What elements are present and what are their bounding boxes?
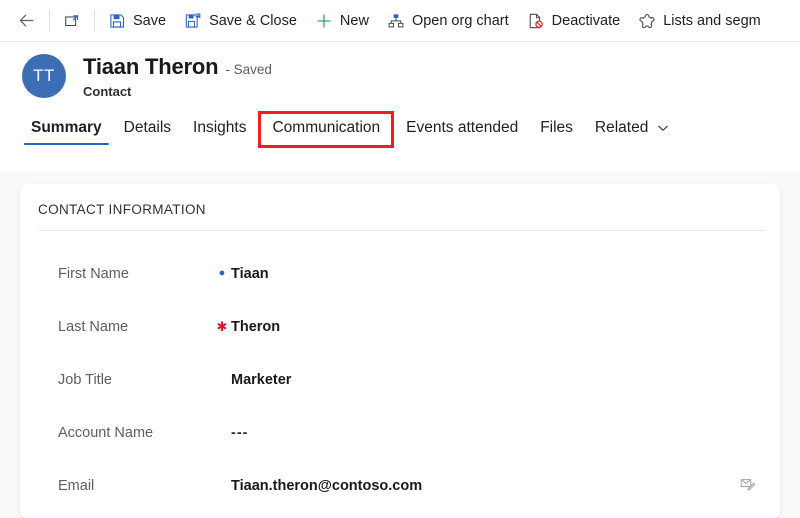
tab-related[interactable]: Related xyxy=(584,119,681,148)
avatar: TT xyxy=(22,54,66,98)
deactivate-icon xyxy=(527,12,545,30)
tab-events-attended[interactable]: Events attended xyxy=(395,119,529,148)
save-status-text: - Saved xyxy=(225,61,272,77)
tab-details-label: Details xyxy=(123,119,172,136)
section-header-contact-information: CONTACT INFORMATION xyxy=(38,202,206,217)
tab-bar: Summary Details Insights Communication E… xyxy=(0,104,800,148)
tab-communication-label: Communication xyxy=(272,119,381,136)
toolbar-divider-1 xyxy=(49,9,50,32)
tab-communication[interactable]: Communication xyxy=(258,111,395,148)
tab-insights-label: Insights xyxy=(193,119,247,136)
tab-events-attended-label: Events attended xyxy=(406,119,519,136)
field-label-email: Email xyxy=(58,477,95,494)
deactivate-button[interactable]: Deactivate xyxy=(518,6,630,36)
back-button[interactable] xyxy=(8,6,45,36)
tab-details[interactable]: Details xyxy=(113,119,182,148)
email-icon[interactable] xyxy=(739,475,762,497)
field-value-job-title[interactable]: Marketer xyxy=(231,372,762,388)
required-marker-recommended: ● xyxy=(218,267,226,279)
required-marker-required: ✱ xyxy=(216,319,228,334)
field-label-job-title: Job Title xyxy=(58,371,112,388)
back-arrow-icon xyxy=(17,11,36,30)
chevron-down-icon xyxy=(656,121,670,135)
tab-files-label: Files xyxy=(540,119,573,136)
tab-insights[interactable]: Insights xyxy=(182,119,257,148)
tab-summary-label: Summary xyxy=(31,119,102,136)
tab-summary[interactable]: Summary xyxy=(20,119,113,148)
form-area: CONTACT INFORMATION First Name ● Tiaan L… xyxy=(0,172,800,518)
field-row-account-name: Account Name --- xyxy=(20,406,780,459)
save-close-icon xyxy=(184,12,202,30)
field-label-first-name: First Name xyxy=(58,265,129,282)
record-header-text: Tiaan Theron - Saved Contact xyxy=(83,54,272,99)
field-value-account-name[interactable]: --- xyxy=(231,425,762,441)
plus-icon xyxy=(315,12,333,30)
save-icon xyxy=(108,12,126,30)
avatar-initials: TT xyxy=(33,66,55,85)
field-row-first-name: First Name ● Tiaan xyxy=(20,247,780,300)
lists-segments-icon xyxy=(638,12,656,30)
field-label-last-name: Last Name xyxy=(58,318,129,335)
save-and-close-button[interactable]: Save & Close xyxy=(175,6,306,36)
open-org-chart-label: Open org chart xyxy=(411,12,509,29)
pop-out-icon xyxy=(63,12,81,30)
save-label: Save xyxy=(133,12,167,29)
contact-information-card: CONTACT INFORMATION First Name ● Tiaan L… xyxy=(20,184,780,518)
field-list: First Name ● Tiaan Last Name ✱ Theron Jo… xyxy=(20,231,780,512)
pop-out-button[interactable] xyxy=(54,6,90,36)
tab-files[interactable]: Files xyxy=(529,119,584,148)
field-label-account-name: Account Name xyxy=(58,424,154,441)
open-org-chart-button[interactable]: Open org chart xyxy=(378,6,518,36)
save-and-close-label: Save & Close xyxy=(209,12,297,29)
page-title: Tiaan Theron xyxy=(83,53,219,79)
deactivate-label: Deactivate xyxy=(551,12,621,29)
field-row-job-title: Job Title Marketer xyxy=(20,353,780,406)
record-header: TT Tiaan Theron - Saved Contact xyxy=(0,42,800,104)
field-row-email: Email Tiaan.theron@contoso.com xyxy=(20,459,780,512)
record-entity-type: Contact xyxy=(83,83,132,99)
new-label: New xyxy=(339,12,369,29)
record-title-row: Tiaan Theron - Saved xyxy=(83,54,272,80)
lists-and-segments-button[interactable]: Lists and segm xyxy=(629,6,770,36)
org-chart-icon xyxy=(387,12,405,30)
field-value-email[interactable]: Tiaan.theron@contoso.com xyxy=(231,478,739,494)
toolbar-divider-2 xyxy=(94,9,95,32)
field-value-last-name[interactable]: Theron xyxy=(231,319,762,335)
save-button[interactable]: Save xyxy=(99,6,175,36)
command-bar: Save Save & Close New Open org chart Dea… xyxy=(0,0,800,42)
field-value-first-name[interactable]: Tiaan xyxy=(231,266,762,282)
field-row-last-name: Last Name ✱ Theron xyxy=(20,300,780,353)
lists-and-segments-label: Lists and segm xyxy=(663,12,761,29)
tab-related-label: Related xyxy=(594,119,649,136)
new-button[interactable]: New xyxy=(306,6,378,36)
